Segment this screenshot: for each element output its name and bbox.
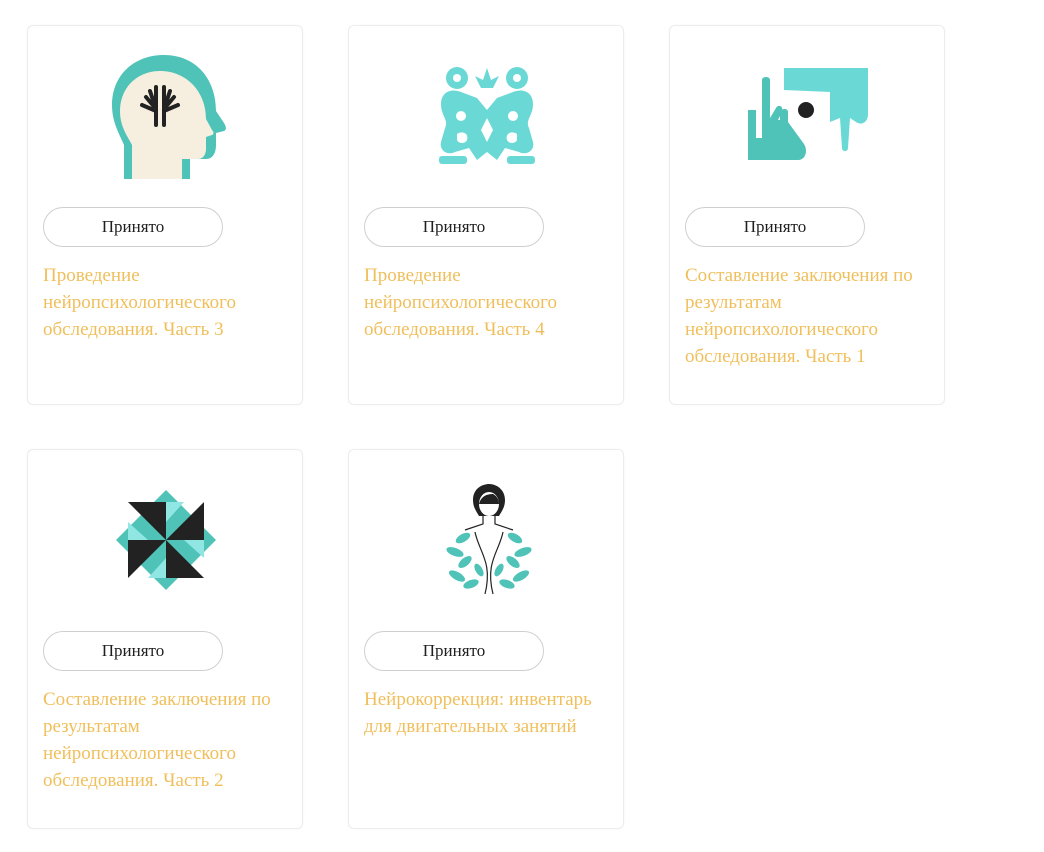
pinwheel-icon: [116, 490, 216, 590]
status-badge[interactable]: Принято: [43, 207, 223, 247]
status-badge[interactable]: Принято: [364, 207, 544, 247]
course-title[interactable]: Нейрокоррекция: инвентарь для двигательн…: [364, 686, 604, 740]
course-thumbnail[interactable]: [28, 46, 304, 186]
course-title[interactable]: Проведение нейропсихологического обследо…: [364, 262, 604, 343]
course-title[interactable]: Составление заключения по результатам не…: [685, 262, 925, 370]
course-title[interactable]: Проведение нейропсихологического обследо…: [43, 262, 283, 343]
course-thumbnail[interactable]: [349, 46, 625, 186]
course-card[interactable]: Принято Проведение нейропсихологического…: [27, 25, 303, 405]
course-card[interactable]: Принято Составление заключения по резуль…: [669, 25, 945, 405]
course-card[interactable]: Принято Составление заключения по резуль…: [27, 449, 303, 829]
course-thumbnail[interactable]: [349, 470, 625, 610]
hand-frame-icon: [748, 68, 868, 160]
woman-leaves-icon: [446, 484, 532, 595]
course-title[interactable]: Составление заключения по результатам не…: [43, 686, 283, 794]
head-hands-icon: [112, 55, 226, 179]
course-card[interactable]: Принято Нейрокоррекция: инвентарь для дв…: [348, 449, 624, 829]
symmetric-figures-icon: [439, 67, 535, 164]
course-thumbnail[interactable]: [670, 46, 946, 186]
status-badge[interactable]: Принято: [685, 207, 865, 247]
status-badge[interactable]: Принято: [364, 631, 544, 671]
course-thumbnail[interactable]: [28, 470, 304, 610]
course-card[interactable]: Принято Проведение нейропсихологического…: [348, 25, 624, 405]
status-badge[interactable]: Принято: [43, 631, 223, 671]
